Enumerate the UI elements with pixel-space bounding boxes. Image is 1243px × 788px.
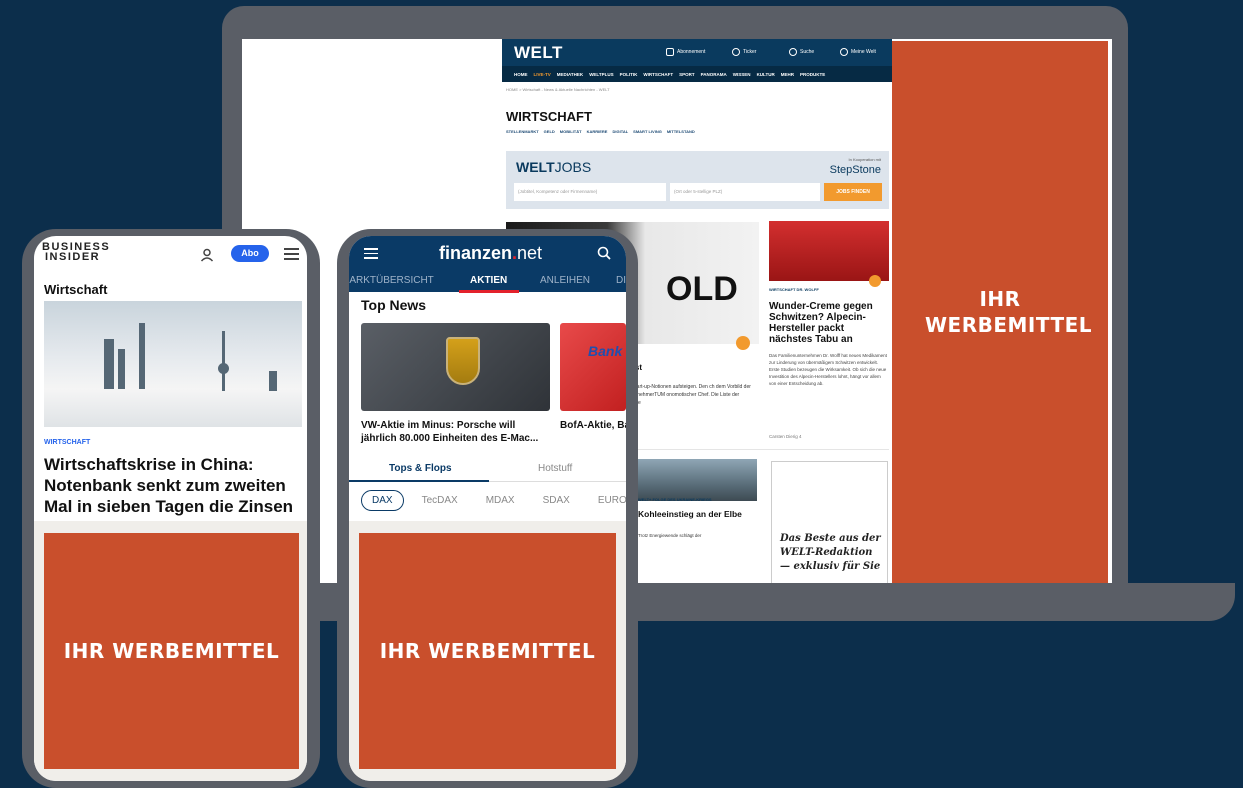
finanzen-screen: finanzen.net MARKTÜBERSICHT AKTIEN ANLEI…: [349, 236, 626, 781]
side-article-author: Carsten Dierig 4: [769, 434, 802, 439]
welt-abonnement-link[interactable]: Abonnement: [666, 48, 705, 56]
finanzen-header: finanzen.net: [349, 236, 626, 270]
hero-image-text: OLD: [666, 270, 738, 308]
search-icon: [789, 48, 797, 56]
article-image[interactable]: [44, 301, 302, 427]
filter-tecdax[interactable]: TecDAX: [412, 491, 468, 510]
find-jobs-button[interactable]: JOBS FINDEN: [824, 183, 882, 201]
cooperation-label: In Kooperation mit: [848, 157, 881, 162]
filter-mdax[interactable]: MDAX: [476, 491, 525, 510]
search-icon[interactable]: [597, 246, 611, 260]
nav-item-politik[interactable]: POLITIK: [620, 72, 638, 77]
side-article-title[interactable]: Wunder-Creme gegen Schwitzen? Alpecin-He…: [769, 301, 889, 345]
news-card-image[interactable]: [361, 323, 550, 411]
section-title: Top News: [361, 297, 427, 313]
card-image-text: Bank: [588, 343, 623, 359]
welt-main-nav: HOME LIVE-TV MEDIATHEK WELTPLUS POLITIK …: [502, 66, 892, 82]
welt-search-link[interactable]: Suche: [789, 48, 814, 56]
subnav-item[interactable]: MITTELSTAND: [667, 129, 695, 134]
ad-label: IHR WERBEMITTEL: [379, 639, 596, 663]
abo-button[interactable]: Abo: [231, 245, 269, 262]
active-tab-indicator: [459, 290, 519, 293]
audio-badge-icon[interactable]: [869, 275, 881, 287]
subnav-item[interactable]: KARRIERE: [587, 129, 608, 134]
job-location-input[interactable]: (Ort oder 5-stellige PLZ): [670, 183, 820, 201]
article-title[interactable]: Kohleeinstieg an der Elbe: [638, 509, 758, 519]
ad-slot-phone-2[interactable]: IHR WERBEMITTEL: [359, 533, 616, 769]
nav-item-panorama[interactable]: PANORAMA: [701, 72, 727, 77]
user-icon: [840, 48, 848, 56]
subnav-item[interactable]: GELD: [544, 129, 555, 134]
subnav-item[interactable]: SMART LIVING: [633, 129, 662, 134]
audio-badge-icon[interactable]: [736, 336, 750, 350]
page-title: WIRTSCHAFT: [506, 109, 592, 124]
finanzen-tabs: MARKTÜBERSICHT AKTIEN ANLEIHEN DI: [349, 270, 626, 292]
nav-item-mediathek[interactable]: MEDIATHEK: [557, 72, 583, 77]
nav-item-sport[interactable]: SPORT: [679, 72, 695, 77]
active-tab-indicator: [349, 480, 489, 482]
welt-jobs-logo: WELTJOBS: [516, 159, 592, 175]
subnav-item[interactable]: MOBILITÄT: [560, 129, 582, 134]
ad-label: IHR WERBEMITTEL: [63, 639, 280, 663]
hamburger-menu-icon[interactable]: [364, 248, 378, 259]
filter-eurostoxx[interactable]: EURO ST: [588, 491, 626, 510]
promo-text: Das Beste aus der WELT-Redaktion — exklu…: [780, 533, 881, 572]
filter-sdax[interactable]: SDAX: [533, 491, 580, 510]
nav-item-wirtschaft[interactable]: WIRTSCHAFT: [643, 72, 673, 77]
welt-logo[interactable]: WELT: [514, 43, 563, 63]
tab-tops-flops[interactable]: Tops & Flops: [389, 463, 452, 474]
nav-item-mehr[interactable]: MEHR: [781, 72, 794, 77]
ticker-icon: [732, 48, 740, 56]
breadcrumb[interactable]: HOME > Wirtschaft - News & Aktuelle Nach…: [506, 87, 610, 92]
porsche-crest-icon: [446, 337, 480, 385]
nav-item-weltplus[interactable]: WELTPLUS: [589, 72, 613, 77]
tab-marktuebersicht[interactable]: MARKTÜBERSICHT: [349, 275, 434, 286]
side-article-kicker: WIRTSCHAFT DR. WOLFF: [769, 287, 819, 292]
welt-promo-box[interactable]: Das Beste aus der WELT-Redaktion — exklu…: [771, 461, 888, 583]
job-title-input[interactable]: (Jobtitel, Kompetenz oder Firmenname): [514, 183, 666, 201]
user-icon[interactable]: [200, 248, 214, 262]
business-insider-screen: BUSINESS INSIDER Abo Wirtschaft WIRTSCHA…: [34, 236, 307, 781]
index-filter: DAX TecDAX MDAX SDAX EURO ST: [361, 490, 626, 511]
article-image[interactable]: [632, 459, 757, 501]
news-card-image[interactable]: Bank: [560, 323, 626, 411]
article-kicker: WIRTSCHAFT: [44, 439, 91, 446]
news-card-title[interactable]: BofA-Aktie, Ba Bank-Aktie &: [560, 419, 626, 432]
tab-overflow[interactable]: DI: [616, 275, 626, 286]
newspaper-icon: [666, 48, 674, 56]
filter-dax[interactable]: DAX: [361, 490, 404, 511]
ad-slot-laptop[interactable]: IHR WERBEMITTEL: [892, 41, 1108, 583]
subnav-item[interactable]: DIGITAL: [612, 129, 628, 134]
article-kicker: WELT+ FOLGE DES UKRAINE-KRIEGS: [638, 497, 712, 502]
tab-hotstuff[interactable]: Hotstuff: [538, 463, 572, 474]
ad-slot-phone-1[interactable]: IHR WERBEMITTEL: [44, 533, 299, 769]
nav-item-kultur[interactable]: KULTUR: [757, 72, 775, 77]
tab-aktien[interactable]: AKTIEN: [470, 275, 507, 286]
nav-item-produkte[interactable]: PRODUKTE: [800, 72, 825, 77]
hero-teaser: en Start-up-Notionen aufsteigen. Den ch …: [625, 384, 751, 406]
welt-jobs-widget: WELTJOBS In Kooperation mit StepStone (J…: [506, 151, 889, 209]
finanzen-logo[interactable]: finanzen.net: [439, 243, 542, 264]
welt-account-link[interactable]: Meine Welt: [840, 48, 876, 56]
subnav-item[interactable]: STELLENMARKT: [506, 129, 539, 134]
hamburger-menu-icon[interactable]: [284, 248, 299, 260]
nav-item-wissen[interactable]: WISSEN: [733, 72, 751, 77]
business-insider-logo[interactable]: BUSINESS INSIDER: [42, 242, 110, 263]
welt-sub-nav: STELLENMARKT GELD MOBILITÄT KARRIERE DIG…: [506, 129, 695, 134]
stepstone-logo: StepStone: [829, 164, 881, 176]
tab-anleihen[interactable]: ANLEIHEN: [540, 275, 590, 286]
news-card-title[interactable]: VW-Aktie im Minus: Porsche will jährlich…: [361, 419, 553, 445]
article-headline[interactable]: Wirtschaftskrise in China: Notenbank sen…: [44, 454, 306, 517]
article-teaser: Trotz Energiewende schlägt der: [638, 533, 702, 538]
ad-label: IHR WERBEMITTEL: [925, 287, 1093, 337]
side-article-image[interactable]: [769, 221, 889, 281]
nav-item-livetv[interactable]: LIVE-TV: [534, 72, 551, 77]
welt-ticker-link[interactable]: Ticker: [732, 48, 756, 56]
welt-header: WELT Abonnement Ticker Suche Meine Welt: [502, 39, 892, 66]
side-article-teaser: Das Familienunternehmen Dr. Wolff hat ne…: [769, 353, 887, 386]
nav-item-home[interactable]: HOME: [514, 72, 528, 77]
section-title: Wirtschaft: [44, 282, 108, 297]
